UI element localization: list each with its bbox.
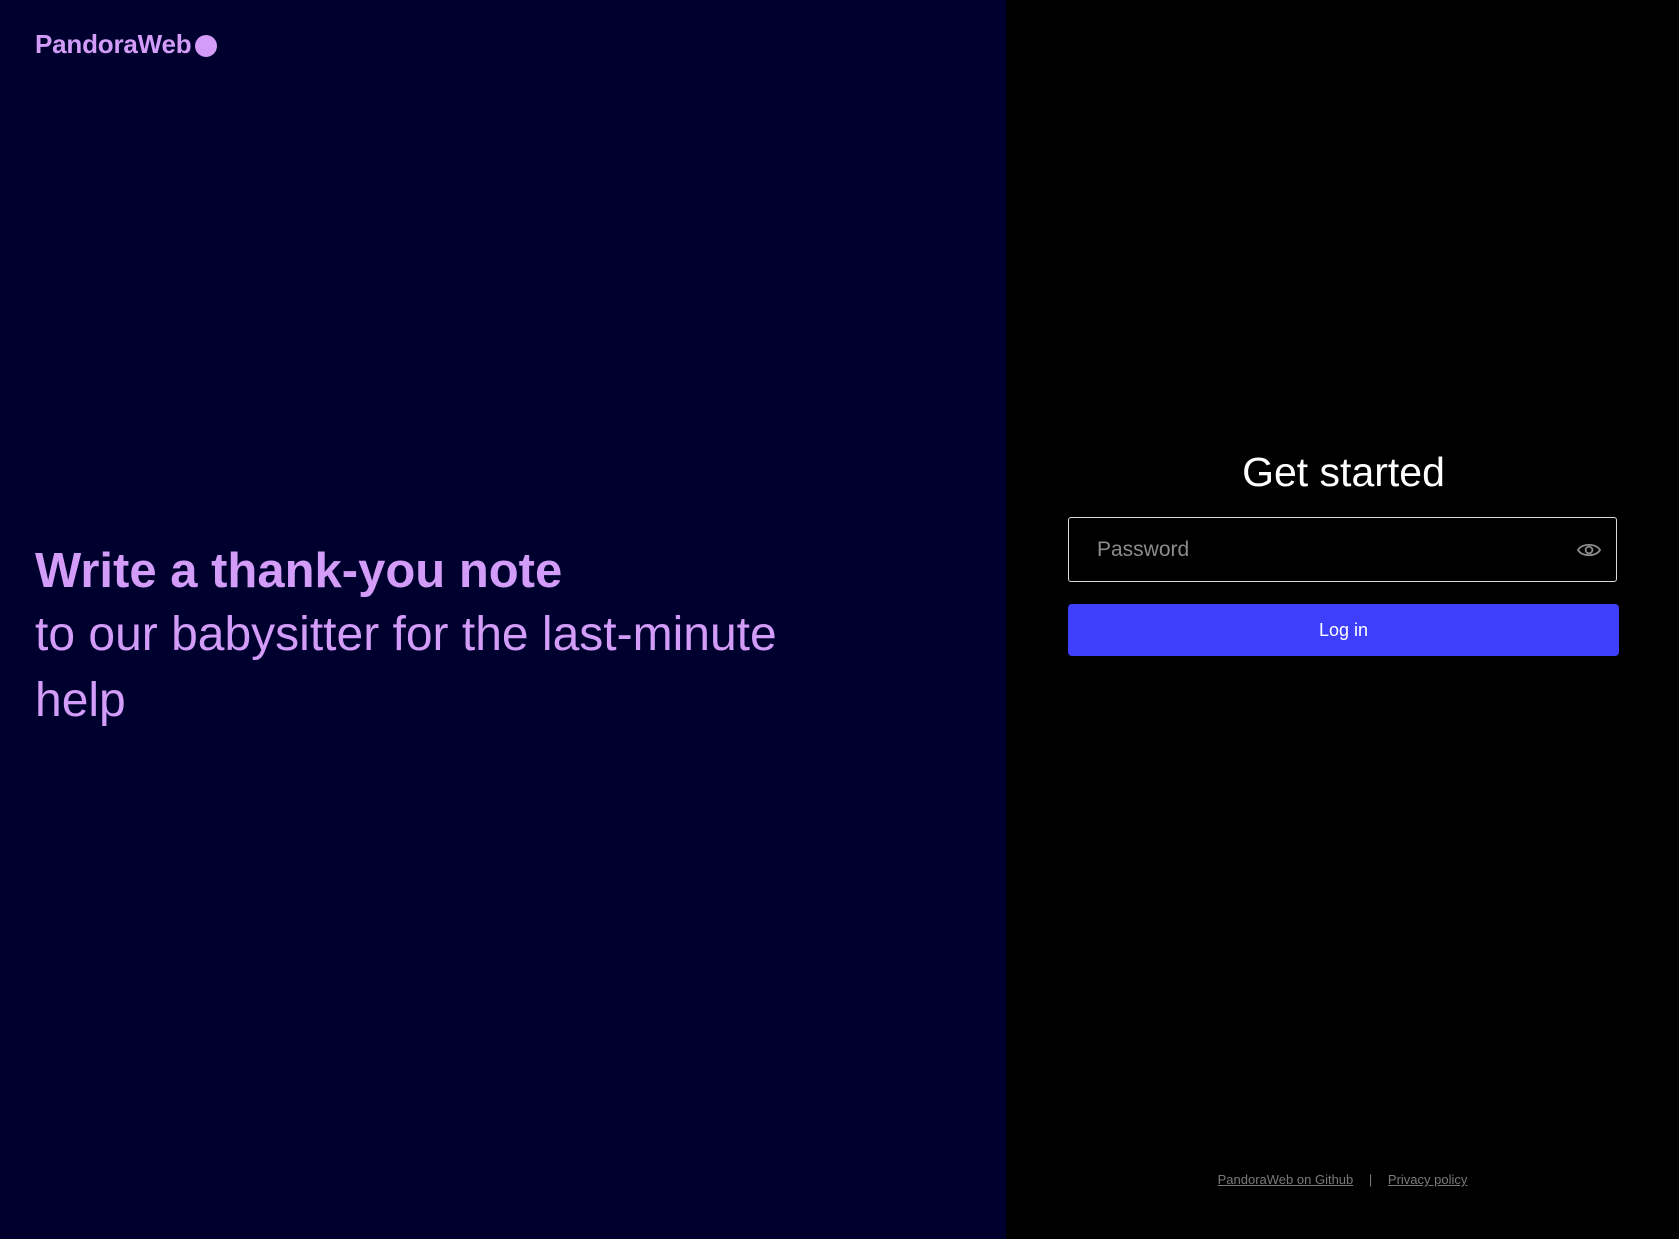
password-field (1068, 517, 1617, 582)
brand-logo: PandoraWeb (35, 29, 218, 60)
brand-dot-icon (195, 34, 218, 57)
login-page: PandoraWeb Write a thank-you note to our… (0, 0, 1679, 1239)
footer-separator: | (1368, 1172, 1373, 1187)
password-input[interactable] (1069, 518, 1616, 581)
hero-title: Write a thank-you note (35, 544, 563, 598)
github-link[interactable]: PandoraWeb on Github (1218, 1172, 1354, 1187)
eye-icon[interactable] (1576, 538, 1602, 562)
login-button[interactable]: Log in (1068, 604, 1619, 656)
hero-subtitle: to our babysitter for the last-minute he… (35, 608, 777, 727)
login-panel: Get started Log in PandoraWeb on Github … (1006, 0, 1679, 1239)
login-title: Get started (1242, 449, 1445, 495)
login-form: Get started Log in (1068, 444, 1619, 656)
hero-panel: PandoraWeb Write a thank-you note to our… (0, 0, 1006, 1239)
footer: PandoraWeb on Github | Privacy policy (1006, 1172, 1679, 1187)
brand-name: PandoraWeb (35, 29, 192, 59)
privacy-policy-link[interactable]: Privacy policy (1388, 1172, 1467, 1187)
hero-text: Write a thank-you note to our babysitter… (35, 540, 935, 734)
